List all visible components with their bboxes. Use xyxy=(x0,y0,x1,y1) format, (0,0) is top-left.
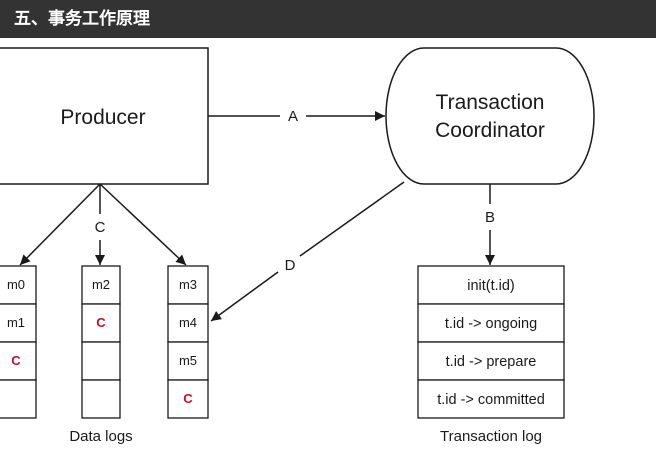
data-log-entry: m1 xyxy=(7,315,25,330)
transaction-log-entry: t.id -> ongoing xyxy=(445,316,537,332)
coordinator-label-line2: Coordinator xyxy=(435,119,545,142)
edge-d-line-1 xyxy=(299,181,405,257)
producer-label: Producer xyxy=(60,106,145,129)
transaction-log-entry: t.id -> committed xyxy=(437,392,545,408)
data-log-entry: m5 xyxy=(179,353,197,368)
edge-c-right-arrow xyxy=(99,183,187,266)
edge-c-left-arrow xyxy=(19,183,101,266)
edge-d-arrow xyxy=(210,271,279,322)
coordinator-label-line1: Transaction xyxy=(436,91,545,114)
transaction-log-entry: init(t.id) xyxy=(467,278,515,294)
coordinator-shape xyxy=(385,47,595,185)
data-log-entry: m2 xyxy=(92,277,110,292)
commit-marker: C xyxy=(96,315,106,330)
data-log-entry: m3 xyxy=(179,277,197,292)
edge-d-label: D xyxy=(285,257,296,274)
page: 五、事务工作原理 Producer Transaction Coordinato… xyxy=(0,0,656,458)
commit-marker: C xyxy=(11,353,21,368)
transaction-diagram: Producer Transaction Coordinator A B C D… xyxy=(0,47,595,445)
data-log-entry: m4 xyxy=(179,315,197,330)
edge-a-label: A xyxy=(288,108,298,125)
data-log-column-1: m0 m1 C xyxy=(0,265,37,419)
data-log-column-2: m2 C xyxy=(81,265,121,419)
transaction-log-caption: Transaction log xyxy=(440,428,542,445)
data-log-cell xyxy=(0,379,37,419)
transaction-log: init(t.id) t.id -> ongoing t.id -> prepa… xyxy=(417,265,565,419)
transaction-log-entry: t.id -> prepare xyxy=(446,354,537,370)
data-logs-caption: Data logs xyxy=(69,428,132,445)
data-log-cell xyxy=(81,379,121,419)
data-log-column-3: m3 m4 m5 C xyxy=(167,265,209,419)
edge-b-label: B xyxy=(485,209,495,226)
data-log-entry: m0 xyxy=(7,277,25,292)
commit-marker: C xyxy=(183,391,193,406)
data-log-cell xyxy=(81,341,121,381)
edge-c-label: C xyxy=(95,219,106,236)
